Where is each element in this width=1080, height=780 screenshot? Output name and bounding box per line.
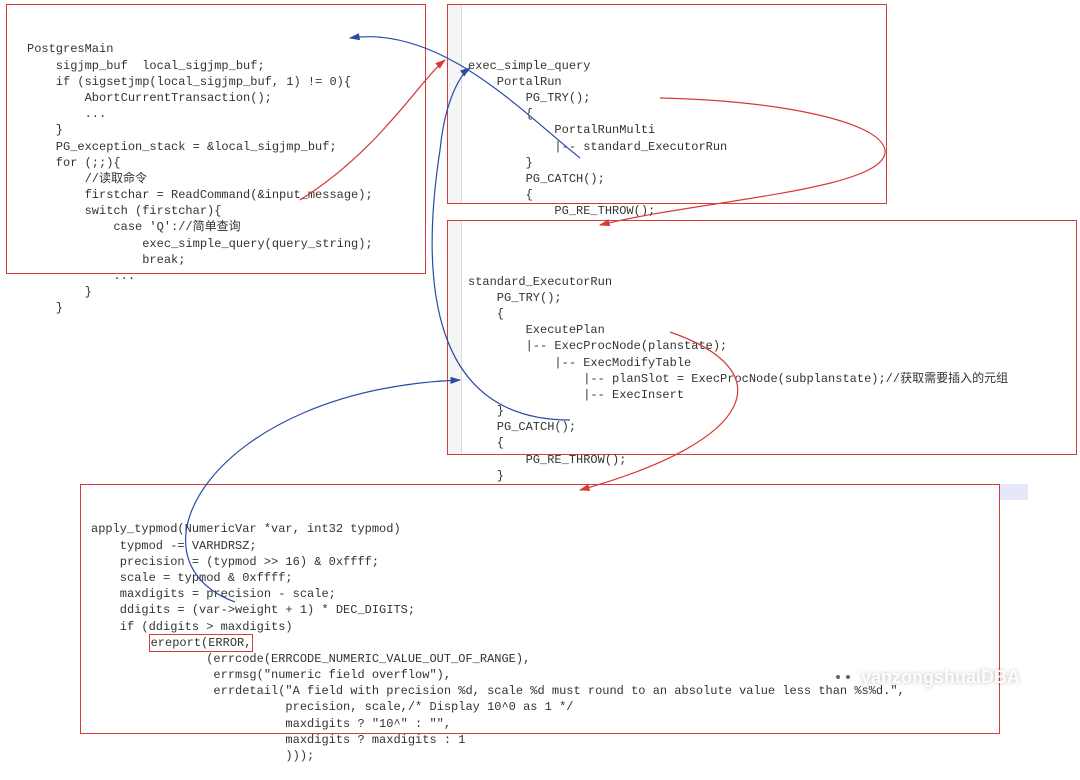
line: { [468, 436, 504, 450]
line: if (ddigits > maxdigits) [91, 620, 293, 634]
line: exec_simple_query [468, 59, 590, 73]
line: { [468, 107, 533, 121]
line: typmod -= VARHDRSZ; [91, 539, 257, 553]
line: } [468, 404, 504, 418]
line: case 'Q'://简单查询 [27, 220, 241, 234]
line: ExecutePlan [468, 323, 605, 337]
line: } [27, 285, 92, 299]
line: PortalRun [468, 75, 562, 89]
line: maxdigits ? "10^" : "", [91, 717, 451, 731]
code-apply-typmod: apply_typmod(NumericVar *var, int32 typm… [87, 521, 993, 764]
line: PG_TRY(); [468, 91, 590, 105]
line: AbortCurrentTransaction(); [27, 91, 272, 105]
line: precision = (typmod >> 16) & 0xffff; [91, 555, 379, 569]
line: } [27, 123, 63, 137]
watermark-icon [841, 669, 859, 687]
line: |-- ExecInsert [468, 388, 684, 402]
line: (errcode(ERRCODE_NUMERIC_VALUE_OUT_OF_RA… [91, 652, 530, 666]
watermark-text: yanzongshuaiDBA [861, 667, 1020, 688]
line: |-- planSlot = ExecProcNode(subplanstate… [468, 372, 1008, 386]
line: PG_CATCH(); [468, 172, 605, 186]
line: PortalRunMulti [468, 123, 655, 137]
line: break; [27, 253, 185, 267]
line: sigjmp_buf local_sigjmp_buf; [27, 59, 265, 73]
line: standard_ExecutorRun [468, 275, 612, 289]
line: //读取命令 [27, 172, 147, 186]
line: |-- standard_ExecutorRun [468, 140, 727, 154]
line: exec_simple_query(query_string); [27, 237, 373, 251]
line: |-- ExecModifyTable [468, 356, 691, 370]
line: errdetail("A field with precision %d, sc… [91, 684, 905, 698]
line: switch (firstchar){ [27, 204, 221, 218]
line: if (sigsetjmp(local_sigjmp_buf, 1) != 0)… [27, 75, 351, 89]
line: for (;;){ [27, 156, 121, 170]
line: maxdigits = precision - scale; [91, 587, 336, 601]
line: } [27, 301, 63, 315]
box-apply-typmod: apply_typmod(NumericVar *var, int32 typm… [80, 484, 1000, 734]
line: PG_exception_stack = &local_sigjmp_buf; [27, 140, 337, 154]
line: firstchar = ReadCommand(&input_message); [27, 188, 373, 202]
ereport-highlight: ereport(ERROR, [149, 634, 254, 652]
line: apply_typmod(NumericVar *var, int32 typm… [91, 522, 401, 536]
line: PG_CATCH(); [468, 420, 576, 434]
line: PG_RE_THROW(); [468, 453, 626, 467]
line: { [468, 307, 504, 321]
watermark: yanzongshuaiDBA [831, 667, 1020, 688]
line: scale = typmod & 0xffff; [91, 571, 293, 585]
line: ... [27, 107, 106, 121]
line: PG_RE_THROW(); [468, 204, 655, 218]
line: } [468, 156, 533, 170]
code-postgresmain: PostgresMain sigjmp_buf local_sigjmp_buf… [13, 41, 419, 316]
line: ))); [91, 749, 314, 763]
line: PG_TRY(); [468, 291, 562, 305]
line: maxdigits ? maxdigits : 1 [91, 733, 465, 747]
code-standard-executorrun: standard_ExecutorRun PG_TRY(); { Execute… [454, 274, 1070, 501]
box-postgresmain: PostgresMain sigjmp_buf local_sigjmp_buf… [6, 4, 426, 274]
line: { [468, 188, 533, 202]
line: errmsg("numeric field overflow"), [91, 668, 451, 682]
line: ddigits = (var->weight + 1) * DEC_DIGITS… [91, 603, 415, 617]
line: |-- ExecProcNode(planstate); [468, 339, 727, 353]
line-ereport: ereport(ERROR, [91, 636, 253, 650]
line: } [468, 469, 504, 483]
box-exec-simple-query: exec_simple_query PortalRun PG_TRY(); { … [447, 4, 887, 204]
line: ... [27, 269, 135, 283]
line: PostgresMain [27, 42, 113, 56]
box-standard-executorrun: standard_ExecutorRun PG_TRY(); { Execute… [447, 220, 1077, 455]
